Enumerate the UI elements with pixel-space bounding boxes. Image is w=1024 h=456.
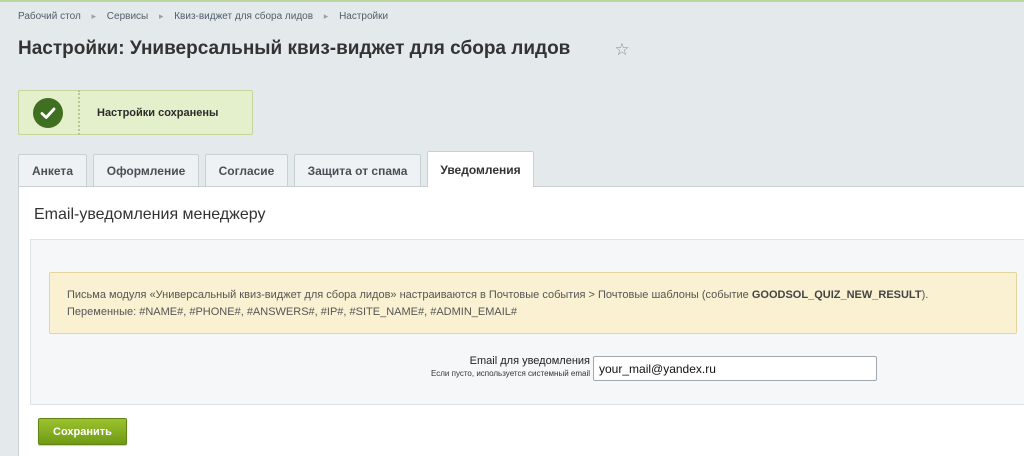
save-button[interactable]: Сохранить: [38, 418, 127, 445]
page-title: Настройки: Универсальный квиз-виджет для…: [18, 38, 571, 59]
info-line-1: Письма модуля «Универсальный квиз-виджет…: [67, 289, 929, 301]
notice-text: Настройки сохранены: [97, 106, 219, 119]
tab-design[interactable]: Оформление: [93, 154, 199, 186]
email-field[interactable]: [593, 356, 877, 381]
breadcrumb: Рабочий стол ▸ Сервисы ▸ Квиз-виджет для…: [18, 11, 388, 22]
notice-divider: [78, 90, 80, 135]
event-code: GOODSOL_QUIZ_NEW_RESULT: [751, 289, 922, 301]
settings-area: Письма модуля «Универсальный квиз-виджет…: [30, 239, 1024, 405]
info-line-2: Переменные: #NAME#, #PHONE#, #ANSWERS#, …: [67, 306, 518, 318]
tab-consent[interactable]: Согласие: [205, 154, 288, 186]
info-box: Письма модуля «Универсальный квиз-виджет…: [49, 272, 1017, 334]
check-icon: [33, 97, 63, 128]
tab-content-panel: Email-уведомления менеджеру Письма модул…: [18, 186, 1024, 456]
breadcrumb-quiz-widget[interactable]: Квиз-виджет для сбора лидов: [174, 11, 313, 22]
email-field-hint: Если пусто, используется системный email: [431, 369, 590, 378]
tab-notifications[interactable]: Уведомления: [427, 151, 534, 187]
chevron-right-icon: ▸: [323, 11, 329, 21]
tab-anketa[interactable]: Анкета: [18, 154, 87, 186]
chevron-right-icon: ▸: [91, 11, 97, 21]
email-field-label: Email для уведомления Если пусто, исполь…: [431, 355, 590, 378]
breadcrumb-services[interactable]: Сервисы: [107, 11, 148, 22]
breadcrumb-desktop[interactable]: Рабочий стол: [18, 11, 81, 22]
breadcrumb-settings[interactable]: Настройки: [339, 11, 388, 22]
section-title: Email-уведомления менеджеру: [34, 206, 266, 223]
tab-spam-protection[interactable]: Защита от спама: [294, 154, 421, 186]
top-accent-line: [0, 0, 1024, 2]
star-icon[interactable]: ☆: [612, 40, 632, 60]
chevron-right-icon: ▸: [158, 11, 164, 21]
success-notice: Настройки сохранены: [18, 90, 253, 135]
